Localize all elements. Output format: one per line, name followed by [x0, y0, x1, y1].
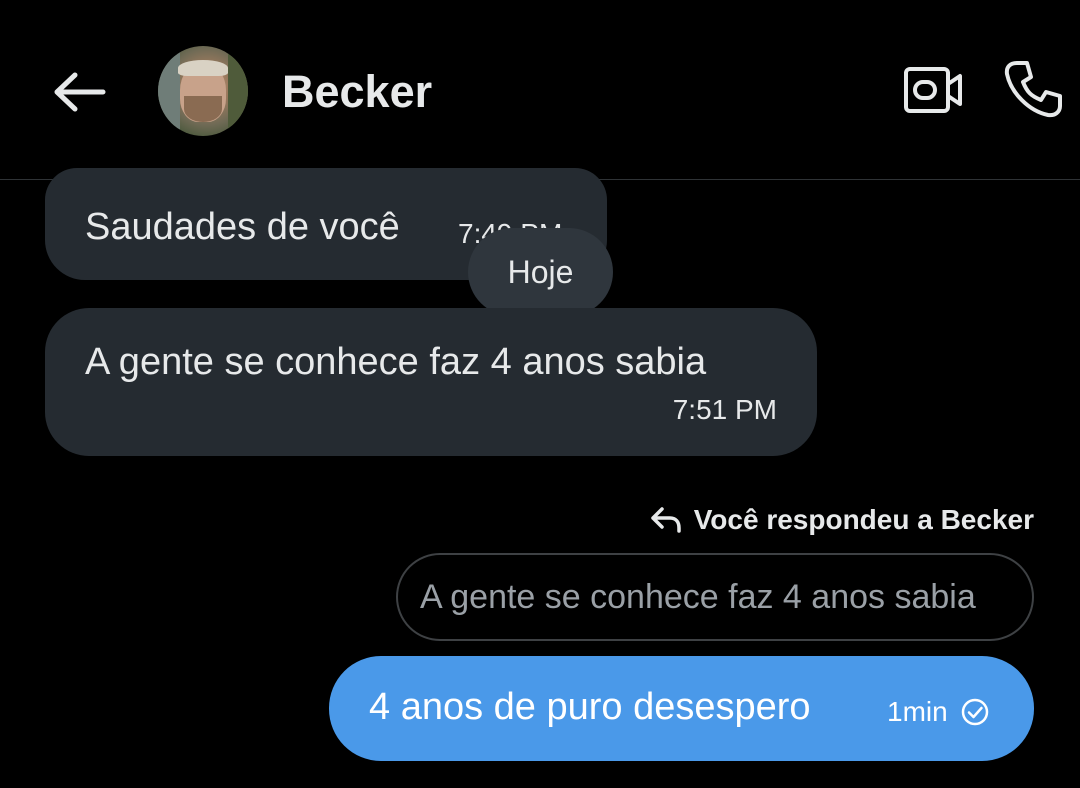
video-call-button[interactable] [900, 62, 966, 122]
reply-arrow-icon [650, 506, 682, 534]
contact-name[interactable]: Becker [282, 64, 432, 120]
conversation-header: Becker [0, 0, 1080, 180]
avatar[interactable] [158, 46, 248, 136]
reply-indicator: Você respondeu a Becker [650, 504, 1034, 536]
quoted-message[interactable]: A gente se conhece faz 4 anos sabia [396, 553, 1034, 641]
video-camera-icon [903, 66, 963, 118]
arrow-left-icon [53, 72, 107, 116]
incoming-message[interactable]: A gente se conhece faz 4 anos sabia 7:51… [45, 308, 817, 456]
message-text: 4 anos de puro desespero [369, 686, 811, 728]
message-meta: 1min [887, 696, 990, 728]
message-timestamp: 1min [887, 696, 948, 727]
reply-label-text: Você respondeu a Becker [693, 504, 1034, 535]
check-circle-icon [960, 697, 990, 727]
voice-call-button[interactable] [1000, 58, 1066, 124]
message-text: A gente se conhece faz 4 anos sabia [85, 341, 707, 383]
phone-icon [1003, 59, 1063, 123]
message-timestamp: 7:51 PM [672, 394, 777, 425]
back-button[interactable] [48, 62, 112, 126]
outgoing-message[interactable]: 4 anos de puro desespero 1min [329, 656, 1034, 761]
message-text: Saudades de você [85, 206, 400, 248]
date-separator: Hoje [468, 228, 613, 316]
